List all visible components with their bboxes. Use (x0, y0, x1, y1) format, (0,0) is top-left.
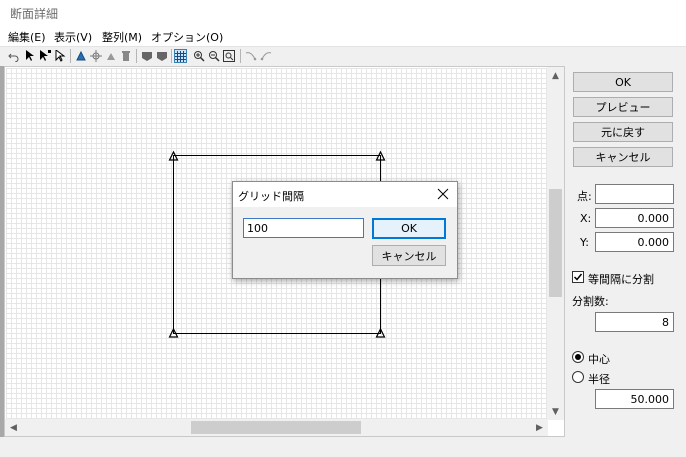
shape-b-icon[interactable] (155, 49, 168, 63)
dialog-title-bar: グリッド間隔 (233, 182, 457, 207)
status-bar (0, 438, 686, 457)
radius-label: 半径 (588, 373, 610, 386)
scroll-up-icon[interactable]: ▲ (547, 67, 564, 84)
toolbar-separator (70, 49, 71, 63)
arc-ccw-icon[interactable] (259, 49, 272, 63)
zoom-fit-icon[interactable] (222, 49, 235, 63)
radius-radio[interactable] (572, 371, 584, 383)
close-icon[interactable] (435, 186, 451, 202)
arc-cw-icon[interactable] (244, 49, 257, 63)
toolbar-separator (136, 49, 137, 63)
window-title: 断面詳細 (10, 7, 59, 21)
move-icon[interactable] (89, 49, 102, 63)
grid-icon[interactable] (174, 49, 187, 63)
menu-align[interactable]: 整列(M) (102, 29, 142, 45)
equal-interval-checkbox[interactable] (572, 271, 584, 283)
delete-icon[interactable] (119, 49, 132, 63)
center-label: 中心 (588, 353, 610, 366)
shape-a-icon[interactable] (140, 49, 153, 63)
dialog-title: グリッド間隔 (238, 190, 304, 203)
dialog-ok-button[interactable]: OK (372, 218, 446, 239)
toolbar (0, 46, 686, 65)
copy-icon[interactable] (104, 49, 117, 63)
divisions-label: 分割数: (572, 295, 609, 308)
y-field[interactable]: 0.000 (595, 232, 674, 252)
title-bar: 断面詳細 (0, 0, 686, 26)
scroll-down-icon[interactable]: ▼ (547, 403, 564, 420)
revert-button[interactable]: 元に戻す (573, 122, 673, 142)
point-label: 点: (577, 190, 592, 203)
grid-interval-dialog: グリッド間隔 100 OK キャンセル (232, 181, 458, 279)
toolbar-separator (240, 49, 241, 63)
right-panel: OK プレビュー 元に戻す キャンセル 点: X: 0.000 Y: 0.000… (566, 66, 686, 437)
vertical-scroll-thumb[interactable] (549, 189, 562, 297)
menu-edit[interactable]: 編集(E) (8, 29, 46, 45)
point-field[interactable] (595, 184, 674, 204)
equal-interval-label: 等間隔に分割 (588, 273, 654, 286)
section-detail-window: 断面詳細 編集(E) 表示(V) 整列(M) オプション(O) ▲ ▼ ◀ ▶ … (0, 0, 686, 457)
x-field[interactable]: 0.000 (595, 208, 674, 228)
vertical-scrollbar[interactable]: ▲ ▼ (547, 67, 564, 420)
horizontal-scroll-thumb[interactable] (191, 421, 361, 434)
cancel-button[interactable]: キャンセル (573, 147, 673, 167)
preview-button[interactable]: プレビュー (573, 97, 673, 117)
flip-icon[interactable] (74, 49, 87, 63)
dialog-cancel-button[interactable]: キャンセル (372, 245, 446, 266)
horizontal-scrollbar[interactable]: ◀ ▶ (5, 419, 548, 436)
select-vertex-icon[interactable] (38, 49, 51, 63)
x-label: X: (580, 212, 592, 225)
radius-field[interactable]: 50.000 (595, 389, 674, 409)
ok-button[interactable]: OK (573, 72, 673, 92)
scroll-left-icon[interactable]: ◀ (5, 419, 22, 436)
undo-icon[interactable] (7, 49, 20, 63)
y-label: Y: (580, 236, 589, 249)
menu-view[interactable]: 表示(V) (54, 29, 92, 45)
grid-interval-input[interactable]: 100 (243, 218, 364, 238)
select-pointer-icon[interactable] (54, 49, 67, 63)
zoom-in-icon[interactable] (192, 49, 205, 63)
select-arrow-icon[interactable] (23, 49, 36, 63)
toolbar-separator (171, 49, 172, 63)
center-radio[interactable] (572, 351, 584, 363)
divisions-field[interactable]: 8 (595, 312, 674, 332)
menu-bar: 編集(E) 表示(V) 整列(M) オプション(O) (0, 26, 686, 46)
menu-options[interactable]: オプション(O) (151, 29, 223, 45)
zoom-out-icon[interactable] (207, 49, 220, 63)
check-icon (573, 273, 583, 281)
scroll-right-icon[interactable]: ▶ (531, 419, 548, 436)
